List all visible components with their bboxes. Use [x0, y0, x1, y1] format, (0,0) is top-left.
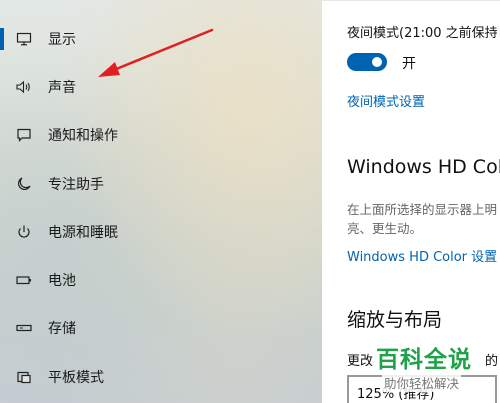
hd-color-title: Windows HD Colo: [347, 156, 500, 178]
notification-icon: [14, 125, 34, 145]
annotation-arrow-icon: [98, 28, 214, 77]
sidebar-item-label: 显示: [48, 32, 76, 48]
watermark-sub-text: 助你轻松解决: [382, 373, 462, 392]
watermark: 百科全说 助你轻松解决: [370, 340, 498, 396]
battery-icon: [14, 270, 34, 290]
sidebar-item-storage[interactable]: 存储: [0, 308, 322, 348]
sidebar-item-focus-assist[interactable]: 专注助手: [0, 164, 322, 204]
selection-indicator: [0, 28, 4, 50]
settings-sidebar: 显示 声音 通知和操作 专注助手 电源和睡眠 电池 存储 平板模式: [0, 0, 322, 403]
divider: [322, 0, 500, 1]
hd-color-description: 在上面所选择的显示器上明亮、更生动。: [347, 202, 498, 236]
sidebar-item-power-sleep[interactable]: 电源和睡眠: [0, 212, 322, 252]
sidebar-item-tablet-mode[interactable]: 平板模式: [0, 357, 322, 397]
hd-color-settings-link[interactable]: Windows HD Color 设置: [347, 246, 497, 265]
sidebar-item-label: 专注助手: [48, 177, 104, 193]
watermark-main-text: 百科全说: [376, 347, 472, 373]
power-icon: [14, 222, 34, 242]
sidebar-item-label: 通知和操作: [48, 128, 118, 144]
night-light-settings-link[interactable]: 夜间模式设置: [347, 91, 425, 110]
night-light-label: 夜间模式(21:00 之前保持: [347, 26, 498, 41]
speaker-icon: [14, 77, 34, 97]
sidebar-item-label: 电源和睡眠: [48, 225, 118, 241]
sidebar-item-battery[interactable]: 电池: [0, 260, 322, 300]
monitor-icon: [14, 29, 34, 49]
toggle-state-label: 开: [402, 56, 416, 72]
tablet-mode-icon: [14, 367, 34, 387]
scale-layout-title: 缩放与布局: [347, 309, 443, 331]
sidebar-item-label: 电池: [48, 273, 76, 289]
sidebar-item-notifications[interactable]: 通知和操作: [0, 115, 322, 155]
moon-icon: [14, 174, 34, 194]
night-light-toggle[interactable]: [347, 53, 387, 71]
sidebar-item-label: 声音: [48, 80, 76, 96]
toggle-knob: [372, 57, 382, 67]
sidebar-item-label: 存储: [48, 321, 76, 337]
sidebar-item-label: 平板模式: [48, 370, 104, 386]
storage-icon: [14, 318, 34, 338]
